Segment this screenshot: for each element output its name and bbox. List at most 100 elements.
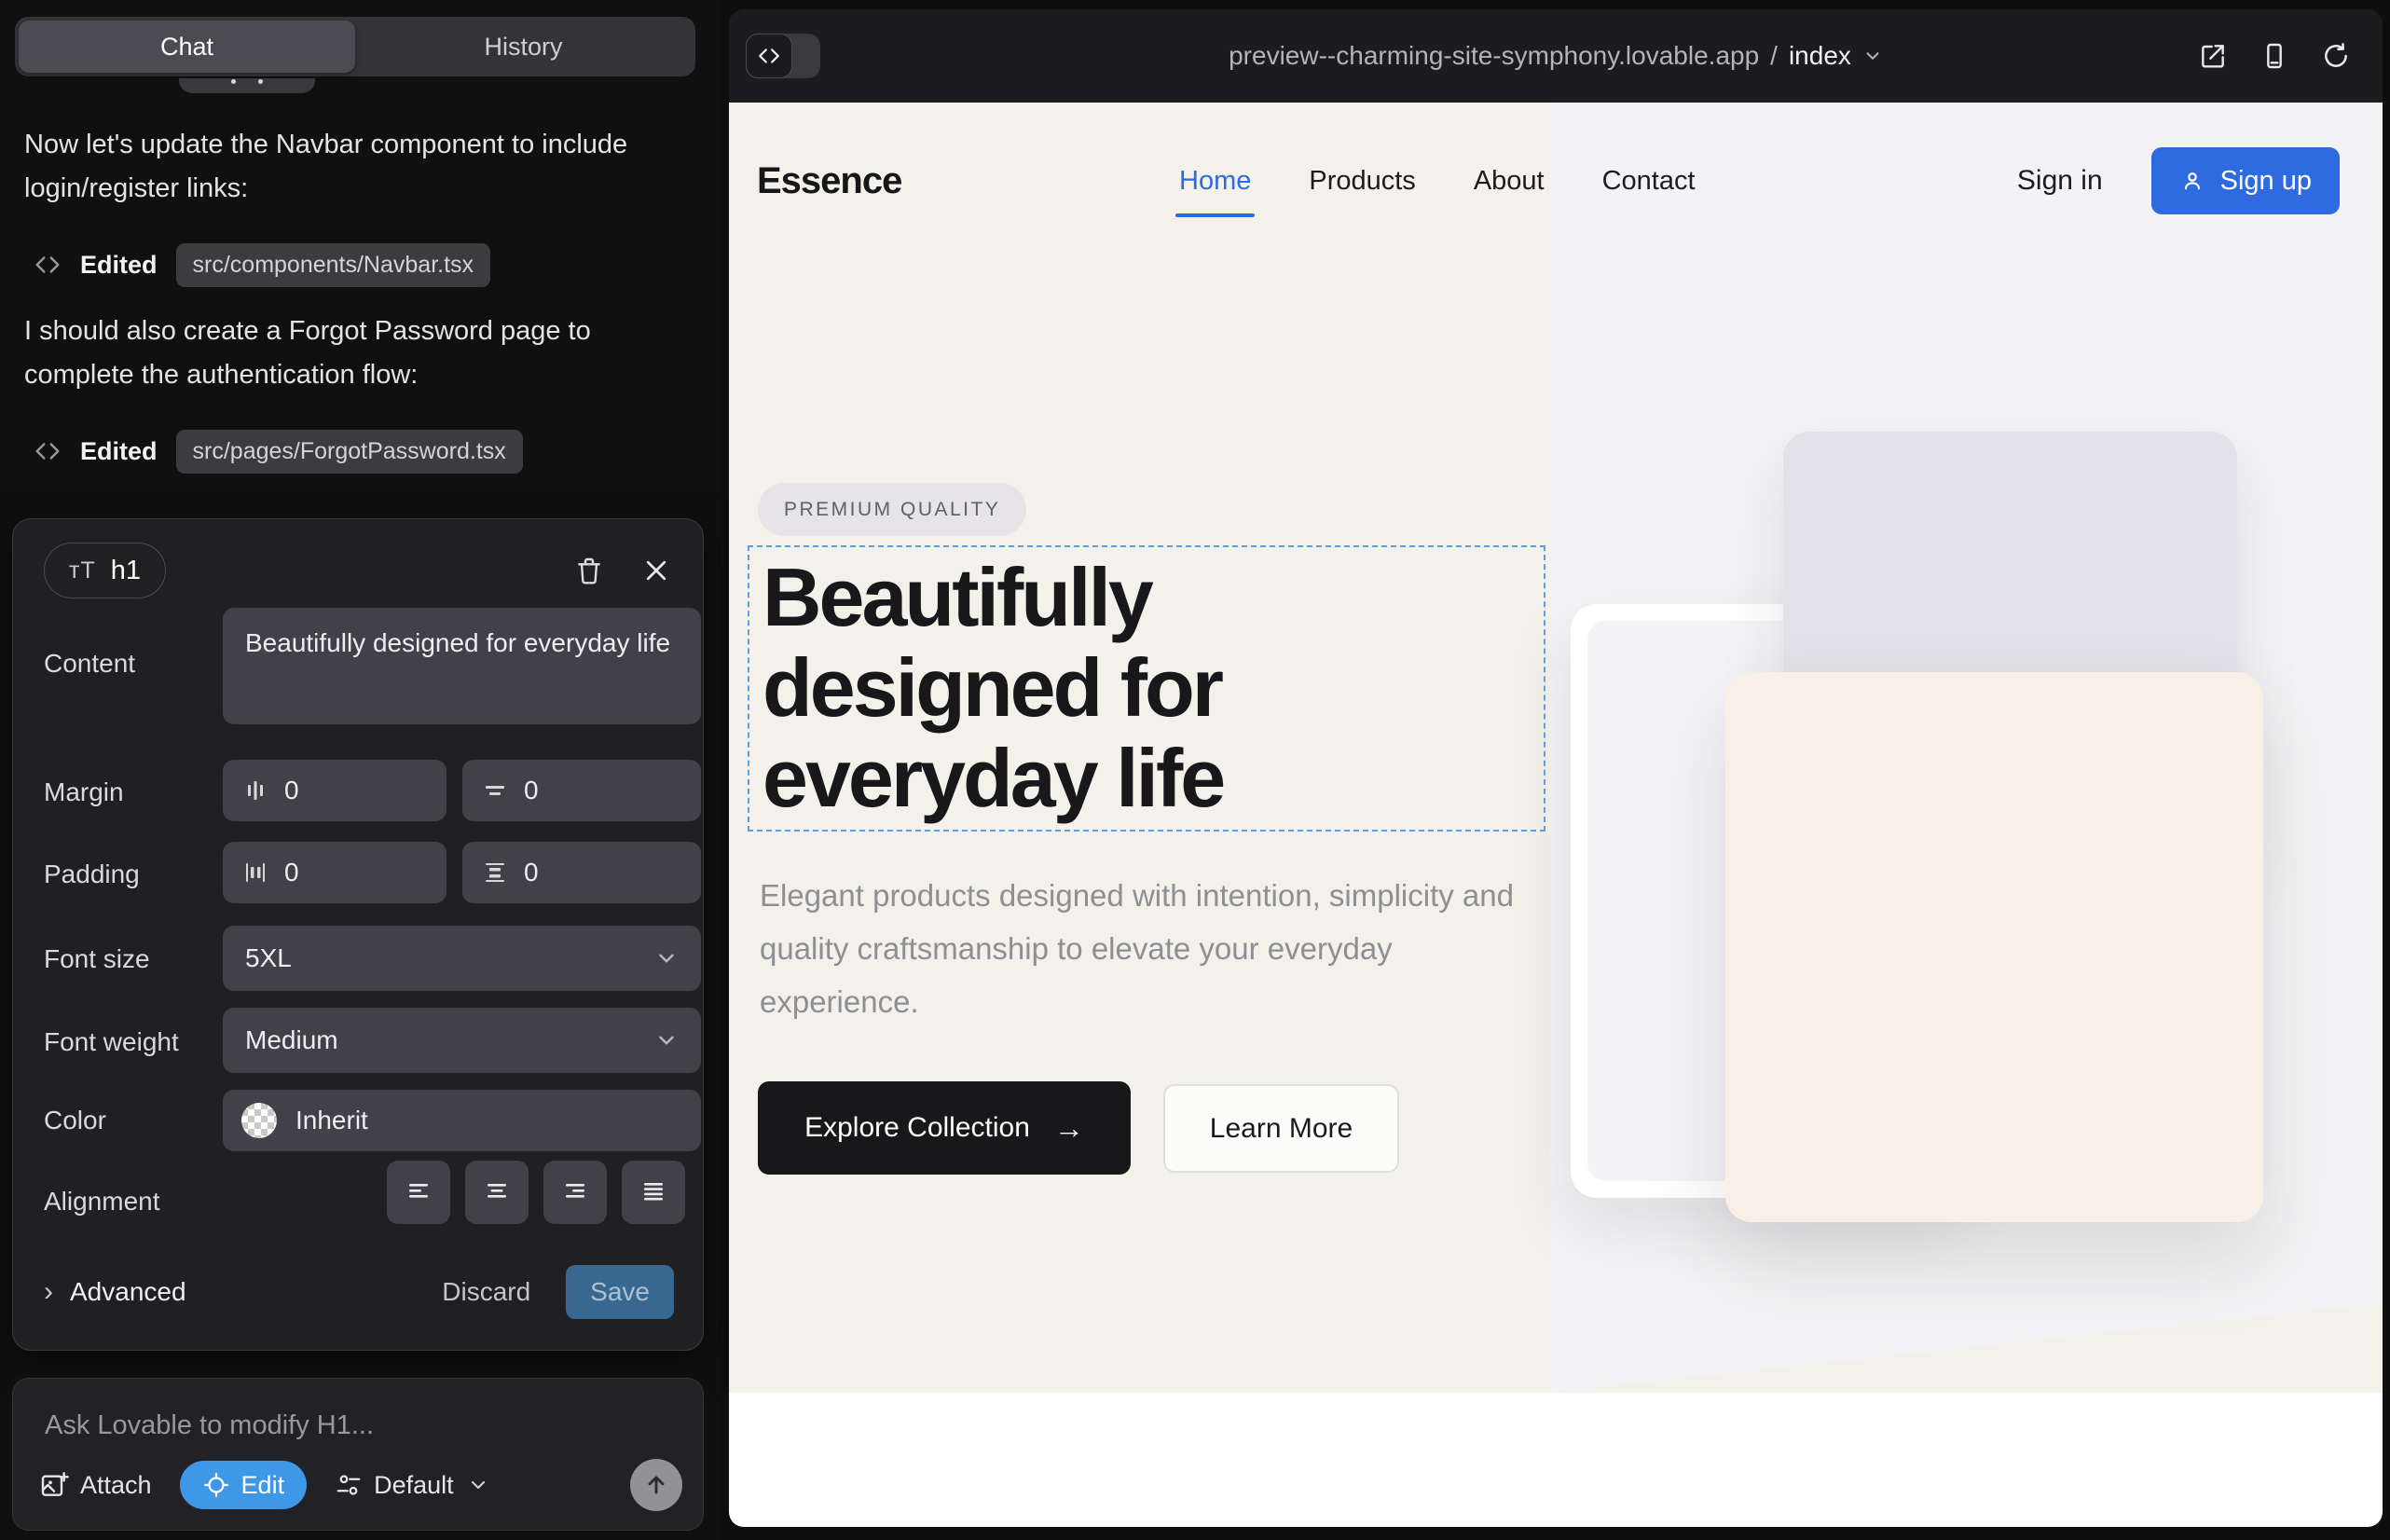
composer-toolbar: Attach Edit Default <box>39 1459 682 1511</box>
font-weight-select[interactable]: Medium <box>223 1008 701 1073</box>
element-tag-label: h1 <box>111 556 141 586</box>
margin-y-icon <box>481 777 509 804</box>
mobile-icon <box>2260 41 2289 71</box>
panel-footer: › Advanced Discard Save <box>44 1265 674 1319</box>
refresh-icon <box>2321 41 2351 71</box>
sliders-icon <box>335 1471 363 1499</box>
advanced-toggle[interactable]: › Advanced <box>44 1276 186 1308</box>
chat-history-tabs: Chat History <box>15 17 695 76</box>
edited-file-row: Edited src/components/Navbar.tsx <box>34 241 490 289</box>
attach-icon <box>39 1470 69 1500</box>
alignment-group <box>387 1161 685 1224</box>
url-host: preview--charming-site-symphony.lovable.… <box>1229 41 1759 71</box>
font-size-select[interactable]: 5XL <box>223 926 701 991</box>
decorative-card-cream <box>1725 672 2263 1222</box>
hero-description: Elegant products designed with intention… <box>760 869 1515 1028</box>
nav-link-contact[interactable]: Contact <box>1602 166 1696 197</box>
close-panel-button[interactable] <box>636 550 677 591</box>
align-left-icon <box>403 1176 434 1208</box>
code-icon <box>34 437 62 465</box>
color-swatch <box>241 1103 277 1138</box>
composer-input[interactable] <box>45 1410 660 1441</box>
refresh-button[interactable] <box>2315 35 2356 76</box>
attach-label: Attach <box>80 1471 152 1500</box>
sign-up-button[interactable]: Sign up <box>2151 147 2340 214</box>
close-icon <box>642 557 670 584</box>
chat-composer: Attach Edit Default <box>12 1378 704 1531</box>
chevron-down-icon <box>654 946 679 970</box>
default-mode-button[interactable]: Default <box>335 1471 489 1500</box>
advanced-label: Advanced <box>70 1277 186 1307</box>
nav-auth: Sign in Sign up <box>2017 147 2340 214</box>
padding-x-input[interactable]: 0 <box>223 842 446 903</box>
edit-label: Edit <box>241 1471 285 1500</box>
nav-link-about[interactable]: About <box>1474 166 1545 197</box>
edit-mode-button[interactable]: Edit <box>180 1461 308 1509</box>
send-button[interactable] <box>630 1459 682 1511</box>
edited-label: Edited <box>80 437 158 466</box>
sign-in-link[interactable]: Sign in <box>2017 165 2103 197</box>
delete-element-button[interactable] <box>569 550 610 591</box>
file-badge[interactable]: src/pages/ForgotPassword.tsx <box>176 430 523 474</box>
alignment-label: Alignment <box>44 1187 160 1217</box>
margin-y-value: 0 <box>524 776 539 805</box>
file-badge[interactable]: src/components/Navbar.tsx <box>176 243 491 287</box>
tab-history[interactable]: History <box>355 21 692 73</box>
padding-label: Padding <box>44 859 140 889</box>
nav-link-products[interactable]: Products <box>1309 166 1415 197</box>
type-icon: тT <box>69 557 96 584</box>
chevron-right-icon: › <box>44 1276 53 1308</box>
preview-window: preview--charming-site-symphony.lovable.… <box>729 9 2383 1527</box>
nav-link-home[interactable]: Home <box>1179 166 1251 197</box>
url-page: index <box>1789 41 1851 71</box>
open-external-button[interactable] <box>2192 35 2233 76</box>
chrome-actions <box>2192 35 2356 76</box>
url-bar[interactable]: preview--charming-site-symphony.lovable.… <box>729 9 2383 103</box>
padding-y-input[interactable]: 0 <box>462 842 701 903</box>
explore-collection-button[interactable]: Explore Collection → <box>758 1081 1131 1175</box>
content-input[interactable]: Beautifully designed for everyday life <box>223 608 701 724</box>
arrow-up-icon <box>643 1472 669 1498</box>
external-link-icon <box>2198 41 2228 71</box>
chevron-down-icon <box>1862 46 1883 66</box>
mobile-view-button[interactable] <box>2254 35 2295 76</box>
edited-label: Edited <box>80 251 158 280</box>
code-icon <box>34 251 62 279</box>
site-viewport: Essence Home Products About Contact Sign… <box>729 103 2383 1527</box>
discard-button[interactable]: Discard <box>442 1277 530 1307</box>
element-editor-panel: тT h1 Content Beautifully designed for e… <box>12 518 704 1351</box>
site-navbar: Essence Home Products About Contact Sign… <box>757 147 2340 214</box>
align-left-button[interactable] <box>387 1161 450 1224</box>
margin-x-value: 0 <box>284 776 299 805</box>
target-icon <box>202 1471 230 1499</box>
browser-chrome: preview--charming-site-symphony.lovable.… <box>729 9 2383 103</box>
save-button[interactable]: Save <box>566 1265 674 1319</box>
font-weight-label: Font weight <box>44 1027 179 1057</box>
align-justify-button[interactable] <box>622 1161 685 1224</box>
hero-heading[interactable]: Beautifully designed for everyday life <box>762 552 1415 823</box>
edited-file-row: Edited src/pages/ForgotPassword.tsx <box>34 427 523 475</box>
align-right-button[interactable] <box>543 1161 607 1224</box>
align-center-button[interactable] <box>465 1161 529 1224</box>
padding-y-value: 0 <box>524 858 539 887</box>
explore-collection-label: Explore Collection <box>804 1112 1030 1144</box>
padding-y-icon <box>481 859 509 887</box>
align-center-icon <box>481 1176 513 1208</box>
site-logo[interactable]: Essence <box>757 160 901 202</box>
margin-y-input[interactable]: 0 <box>462 760 701 821</box>
attach-button[interactable]: Attach <box>39 1470 152 1500</box>
tab-chat[interactable]: Chat <box>19 21 355 73</box>
chat-sidebar: Chat History Now let's update the Navbar… <box>0 0 718 1540</box>
align-right-icon <box>559 1176 591 1208</box>
element-tag-pill[interactable]: тT h1 <box>44 543 166 598</box>
learn-more-button[interactable]: Learn More <box>1163 1084 1399 1173</box>
margin-x-input[interactable]: 0 <box>223 760 446 821</box>
color-value: Inherit <box>295 1106 368 1135</box>
color-label: Color <box>44 1106 106 1135</box>
trash-icon <box>574 556 604 585</box>
chevron-down-icon <box>654 1028 679 1052</box>
nav-links: Home Products About Contact <box>1179 166 1696 197</box>
font-weight-value: Medium <box>245 1025 338 1055</box>
quality-badge: PREMIUM QUALITY <box>758 483 1026 536</box>
color-field[interactable]: Inherit <box>223 1090 701 1151</box>
